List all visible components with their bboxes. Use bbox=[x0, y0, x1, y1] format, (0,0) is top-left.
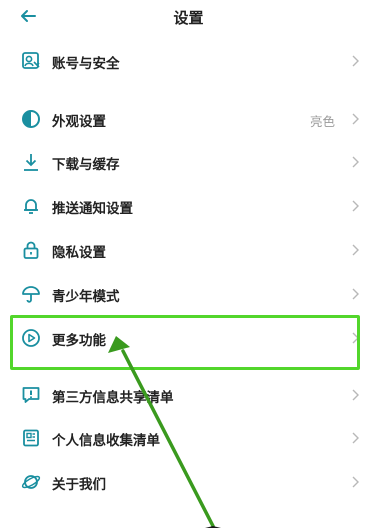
menu-item-label: 外观设置 bbox=[52, 114, 106, 130]
chevron-right-icon bbox=[349, 286, 361, 302]
download-icon bbox=[20, 151, 42, 173]
menu-item-push-notification[interactable]: 推送通知设置 bbox=[0, 184, 377, 228]
chevron-right-icon bbox=[349, 387, 361, 403]
chevron-right-icon bbox=[349, 111, 361, 127]
menu-item-about-us[interactable]: 关于我们 bbox=[0, 460, 377, 504]
chevron-right-icon bbox=[349, 53, 361, 69]
page-title: 设置 bbox=[173, 9, 204, 27]
menu-item-label: 第三方信息共享清单 bbox=[52, 390, 174, 406]
planet-icon bbox=[20, 471, 42, 493]
chevron-right-icon bbox=[349, 154, 361, 170]
menu-item-account-security[interactable]: 账号与安全 bbox=[0, 39, 377, 83]
appearance-value: 亮色 bbox=[309, 114, 335, 129]
app-header: 设置 bbox=[0, 0, 377, 34]
menu-item-more-features[interactable]: 更多功能 bbox=[0, 316, 377, 360]
chevron-right-icon bbox=[349, 430, 361, 446]
account-security-icon bbox=[20, 50, 42, 72]
menu-item-label: 账号与安全 bbox=[52, 56, 120, 72]
menu-item-label: 隐私设置 bbox=[52, 245, 106, 261]
chevron-right-icon bbox=[349, 474, 361, 490]
umbrella-icon bbox=[20, 283, 42, 305]
menu-item-label: 关于我们 bbox=[52, 477, 106, 493]
chevron-right-icon bbox=[349, 242, 361, 258]
chevron-right-icon bbox=[349, 330, 361, 346]
menu-item-privacy[interactable]: 隐私设置 bbox=[0, 228, 377, 272]
appearance-theme-icon bbox=[20, 108, 42, 130]
menu-item-teen-mode[interactable]: 青少年模式 bbox=[0, 272, 377, 316]
menu-item-appearance[interactable]: 外观设置 亮色 bbox=[0, 97, 377, 141]
menu-item-personal-info-collection-list[interactable]: 个人信息收集清单 bbox=[0, 416, 377, 460]
chevron-right-icon bbox=[349, 198, 361, 214]
menu-item-label: 个人信息收集清单 bbox=[52, 433, 160, 449]
menu-item-label: 推送通知设置 bbox=[52, 201, 133, 217]
document-list-icon bbox=[20, 427, 42, 449]
menu-item-label: 青少年模式 bbox=[52, 289, 120, 305]
alert-message-icon bbox=[20, 384, 42, 406]
menu-item-download-cache[interactable]: 下载与缓存 bbox=[0, 140, 377, 184]
menu-item-third-party-sharing-list[interactable]: 第三方信息共享清单 bbox=[0, 373, 377, 417]
menu-item-label: 更多功能 bbox=[52, 333, 106, 349]
lock-icon bbox=[20, 239, 42, 261]
play-circle-icon bbox=[20, 327, 42, 349]
menu-item-label: 下载与缓存 bbox=[52, 157, 120, 173]
bell-icon bbox=[20, 195, 42, 217]
